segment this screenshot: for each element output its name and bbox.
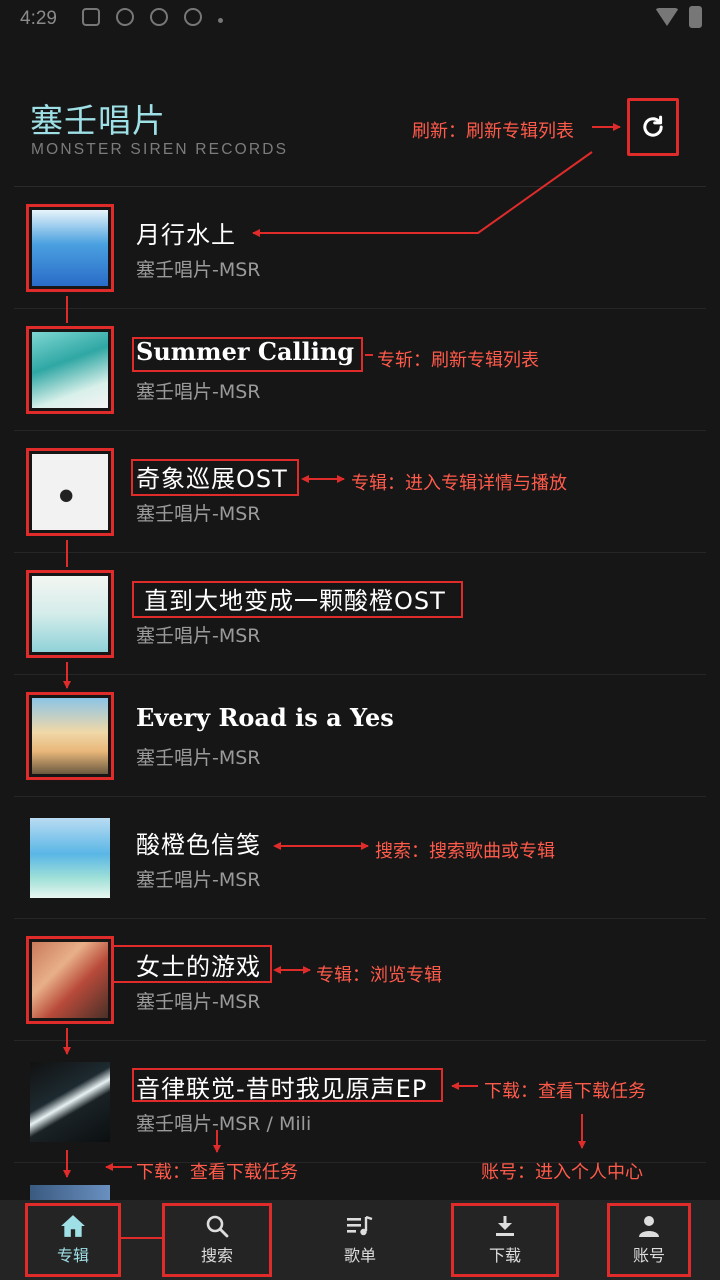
status-bar: 4:29 bbox=[0, 0, 720, 36]
highlight-box-ladys-game bbox=[112, 945, 272, 983]
album-artist: 塞壬唱片-MSR bbox=[136, 869, 261, 891]
annotation-download-row: 下载：查看下载任务 bbox=[484, 1081, 646, 1102]
album-title: 月行水上 bbox=[136, 221, 236, 249]
annotation-browse: 专辑：浏览专辑 bbox=[316, 965, 442, 986]
album-artist: 塞壬唱片-MSR / Mili bbox=[136, 1113, 312, 1135]
album-artist: 塞壬唱片-MSR bbox=[136, 625, 261, 647]
refresh-button[interactable] bbox=[627, 98, 679, 156]
nav-tab-account[interactable]: 账号 bbox=[607, 1203, 691, 1277]
app-subtitle: MONSTER SIREN RECORDS bbox=[31, 141, 289, 158]
highlight-box-yinlv bbox=[132, 1068, 443, 1102]
album-artist: 塞壬唱片-MSR bbox=[136, 747, 261, 769]
album-artist: 塞壬唱片-MSR bbox=[136, 991, 261, 1013]
album-artist: 塞壬唱片-MSR bbox=[136, 503, 261, 525]
album-cover bbox=[32, 698, 108, 774]
wifi-icon bbox=[655, 8, 679, 26]
album-cover-frame bbox=[26, 814, 114, 902]
nav-tab-search[interactable]: 搜索 bbox=[162, 1203, 272, 1277]
highlight-box-summer-calling bbox=[132, 337, 363, 372]
annotation-refresh: 刷新：刷新专辑列表 bbox=[412, 121, 574, 142]
highlight-box-lime-ost bbox=[132, 581, 463, 618]
album-cover-frame bbox=[26, 570, 114, 658]
annotation-download-bottom: 下载：查看下载任务 bbox=[136, 1162, 298, 1183]
status-time: 4:29 bbox=[20, 8, 57, 29]
album-cover-frame bbox=[26, 326, 114, 414]
nav-label-albums: 专辑 bbox=[56, 1246, 89, 1265]
album-cover-frame bbox=[26, 1058, 114, 1146]
highlight-box-qixiang bbox=[131, 459, 299, 496]
album-cover-frame bbox=[26, 448, 114, 536]
battery-icon bbox=[689, 6, 702, 28]
album-cover bbox=[32, 454, 108, 530]
album-row[interactable]: 月行水上 塞壬唱片-MSR bbox=[14, 187, 706, 309]
bottom-nav: 专辑 搜索 歌单 下载 账号 bbox=[0, 1200, 720, 1280]
home-icon bbox=[61, 1215, 85, 1237]
annotation-search: 搜索：搜索歌曲或专辑 bbox=[375, 841, 555, 862]
album-artist: 塞壬唱片-MSR bbox=[136, 381, 261, 403]
album-artist: 塞壬唱片-MSR bbox=[136, 259, 261, 281]
album-cover-frame bbox=[26, 692, 114, 780]
image-notification-icon bbox=[82, 8, 100, 26]
album-cover bbox=[32, 942, 108, 1018]
album-cover-frame bbox=[26, 204, 114, 292]
album-cover bbox=[32, 332, 108, 408]
nav-tab-download[interactable]: 下载 bbox=[451, 1203, 559, 1277]
download-icon bbox=[496, 1216, 514, 1236]
nav-tab-albums[interactable]: 专辑 bbox=[25, 1203, 121, 1277]
settings-notification-icon bbox=[116, 8, 134, 26]
annotation-summer: 专斩：刷新专辑列表 bbox=[377, 350, 539, 371]
search-icon bbox=[206, 1215, 229, 1238]
album-cover bbox=[30, 1062, 110, 1142]
app-notification-icon bbox=[150, 8, 168, 26]
status-notification-icons bbox=[82, 8, 223, 26]
annotation-album-detail: 专辑：进入专辑详情与播放 bbox=[351, 473, 567, 494]
refresh-icon bbox=[643, 115, 663, 137]
account-icon bbox=[639, 1216, 659, 1237]
album-cover-frame bbox=[26, 936, 114, 1024]
nav-label-download: 下载 bbox=[488, 1246, 521, 1265]
album-title: 酸橙色信笺 bbox=[136, 831, 261, 859]
more-notifications-dot-icon bbox=[218, 17, 223, 23]
app-title: 塞壬唱片 bbox=[30, 101, 166, 140]
app-notification-icon-2 bbox=[184, 8, 202, 26]
album-row[interactable]: 酸橙色信笺 塞壬唱片-MSR bbox=[14, 797, 706, 919]
nav-label-search: 搜索 bbox=[200, 1246, 233, 1265]
nav-label-account: 账号 bbox=[632, 1246, 665, 1265]
album-title: Every Road is a Yes bbox=[136, 703, 394, 732]
album-cover bbox=[32, 576, 108, 652]
album-row[interactable]: Every Road is a Yes 塞壬唱片-MSR bbox=[14, 675, 706, 797]
album-cover bbox=[30, 818, 110, 898]
annotation-account: 账号：进入个人中心 bbox=[481, 1162, 643, 1183]
status-system-icons bbox=[655, 6, 702, 28]
nav-label-playlist: 歌单 bbox=[343, 1246, 376, 1265]
album-cover bbox=[32, 210, 108, 286]
playlist-icon bbox=[347, 1215, 373, 1236]
nav-tab-playlist[interactable]: 歌单 bbox=[310, 1203, 410, 1277]
